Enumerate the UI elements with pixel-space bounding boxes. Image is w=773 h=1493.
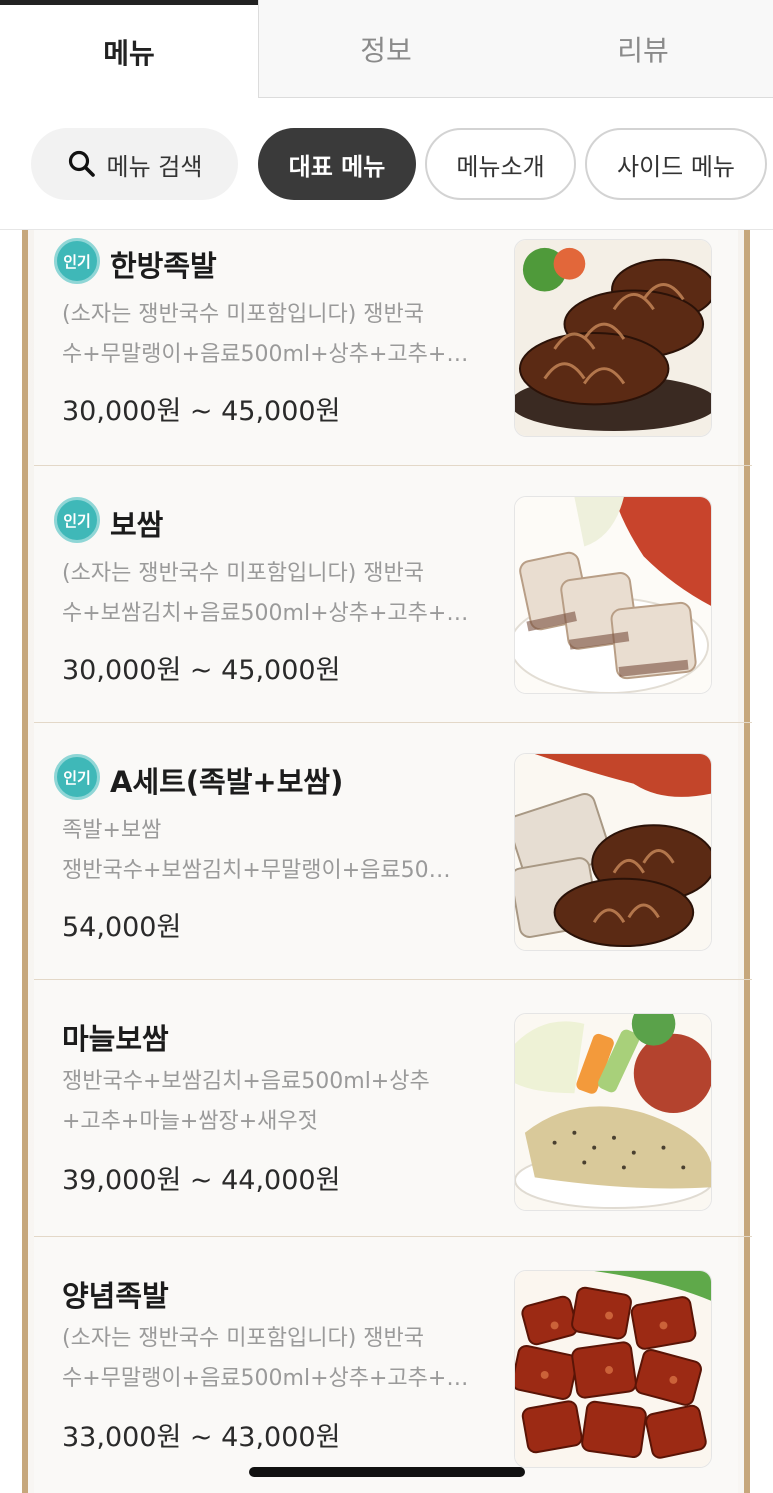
garlic-bossam-photo (514, 1013, 712, 1211)
jokbal-photo (514, 239, 712, 437)
chip-representative-menu[interactable]: 대표 메뉴 (258, 128, 416, 200)
menu-item-description: (소자는 쟁반국수 미포함입니다) 쟁반국 수+보쌈김치+음료500ml+상추+… (62, 561, 469, 626)
menu-item-price: 54,000원 (62, 912, 182, 943)
bossam-photo (514, 496, 712, 694)
menu-item-description: 족발+보쌈 쟁반국수+보쌈김치+무말랭이+음료50… (62, 818, 451, 883)
menu-item-description: (소자는 쟁반국수 미포함입니다) 쟁반국 수+무말랭이+음료500ml+상추+… (62, 302, 469, 367)
menu-item-price: 30,000원 ~ 45,000원 (62, 655, 341, 686)
menu-item[interactable]: 인기 A세트(족발+보쌈) 족발+보쌈 쟁반국수+보쌈김치+무말랭이+음료50…… (34, 723, 752, 980)
menu-item-price: 39,000원 ~ 44,000원 (62, 1165, 341, 1196)
menu-item-title: 한방족발 (110, 249, 217, 283)
menu-item-price: 33,000원 ~ 43,000원 (62, 1422, 341, 1453)
menu-item[interactable]: 인기 한방족발 (소자는 쟁반국수 미포함입니다) 쟁반국 수+무말랭이+음료5… (34, 209, 752, 466)
popular-badge: 인기 (54, 238, 100, 284)
chip-side-menu[interactable]: 사이드 메뉴 (585, 128, 767, 200)
popular-badge: 인기 (54, 754, 100, 800)
popular-badge: 인기 (54, 497, 100, 543)
menu-item-description: 쟁반국수+보쌈김치+음료500ml+상추 +고추+마늘+쌈장+새우젓 (62, 1069, 430, 1134)
menu-item-title: 마늘보쌈 (62, 1022, 169, 1056)
set-photo (514, 753, 712, 951)
menu-item-title: 양념족발 (62, 1279, 169, 1313)
menu-item-description: (소자는 쟁반국수 미포함입니다) 쟁반국 수+무말랭이+음료500ml+상추+… (62, 1326, 469, 1391)
menu-item[interactable]: 마늘보쌈 쟁반국수+보쌈김치+음료500ml+상추 +고추+마늘+쌈장+새우젓 … (34, 980, 752, 1237)
tab-review[interactable]: 리뷰 (513, 0, 773, 98)
menu-item-title: A세트(족발+보쌈) (110, 765, 344, 799)
menu-item[interactable]: 양념족발 (소자는 쟁반국수 미포함입니다) 쟁반국 수+무말랭이+음료500m… (34, 1237, 752, 1493)
menu-item-title: 보쌈 (110, 508, 164, 542)
menu-search-button[interactable]: 메뉴 검색 (31, 128, 238, 200)
menu-search-label: 메뉴 검색 (106, 152, 203, 181)
menu-item[interactable]: 인기 보쌈 (소자는 쟁반국수 미포함입니다) 쟁반국 수+보쌈김치+음료500… (34, 466, 752, 723)
home-indicator[interactable] (249, 1467, 525, 1477)
tab-info[interactable]: 정보 (258, 0, 513, 98)
tab-bar: 메뉴 정보 리뷰 (0, 0, 773, 98)
tab-menu[interactable]: 메뉴 (0, 0, 258, 98)
search-icon (68, 150, 95, 177)
chip-menu-intro[interactable]: 메뉴소개 (425, 128, 576, 200)
spicy-jokbal-photo (514, 1270, 712, 1468)
menu-item-price: 30,000원 ~ 45,000원 (62, 396, 341, 427)
